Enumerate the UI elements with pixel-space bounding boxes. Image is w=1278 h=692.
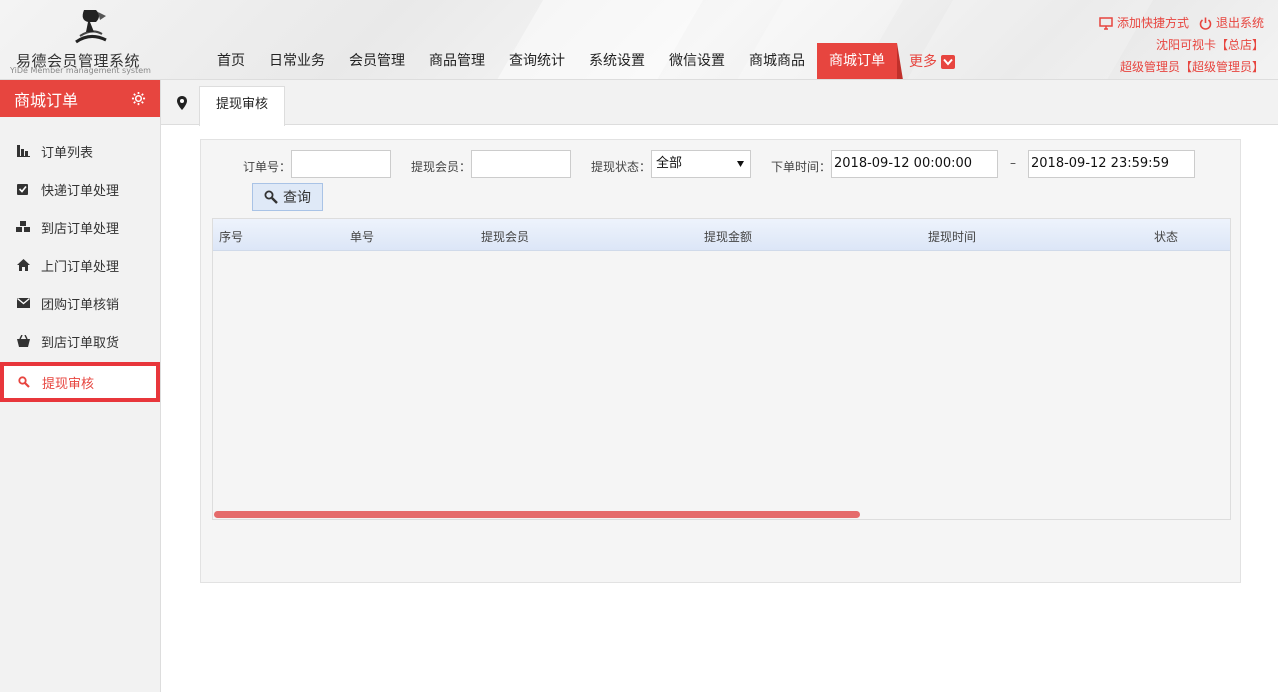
sidebar-item-label: 订单列表 [41, 145, 94, 161]
table-header: 序号 单号 提现会员 提现金额 提现时间 状态 [213, 219, 1230, 251]
sidebar: 商城订单 订单列表 快递订单处理 到店订单处理 上门订单处理 团购订单核销 到店… [0, 80, 161, 692]
start-time-input[interactable]: 2018-09-12 00:00:00 [831, 150, 998, 178]
member-label: 提现会员： [411, 160, 472, 174]
gear-icon[interactable] [131, 91, 146, 106]
time-range-separator: – [1010, 156, 1016, 170]
sidebar-item-label: 上门订单处理 [41, 259, 120, 275]
chevron-down-icon [941, 54, 955, 69]
horizontal-scrollbar[interactable] [214, 511, 860, 518]
current-user: 超级管理员【超级管理员】 [1119, 60, 1264, 74]
nav-mall-orders[interactable]: 商城订单 [817, 43, 903, 79]
basket-icon [16, 334, 30, 348]
sidebar-item-label: 提现审核 [42, 376, 95, 392]
sidebar-item-instore-orders[interactable]: 到店订单处理 [0, 208, 160, 246]
withdraw-table: 序号 单号 提现会员 提现金额 提现时间 状态 [212, 218, 1231, 520]
sidebar-item-label: 团购订单核销 [41, 297, 120, 313]
order-no-input[interactable] [291, 150, 391, 178]
column-header-status[interactable]: 状态 [1154, 228, 1178, 245]
status-select[interactable]: 全部 [651, 150, 751, 178]
status-label: 提现状态： [591, 160, 652, 174]
filter-bar: 订单号： 提现会员： 提现状态： 全部 下单时间： 2018-09-12 00:… [201, 150, 1240, 180]
home-icon [16, 258, 30, 272]
nav-product-management[interactable]: 商品管理 [417, 43, 497, 79]
search-button-label: 查询 [283, 190, 311, 206]
column-header-time[interactable]: 提现时间 [928, 228, 976, 245]
nav-more[interactable]: 更多 [897, 43, 967, 79]
search-icon [17, 375, 31, 389]
nav-member-management[interactable]: 会员管理 [337, 43, 417, 79]
logo-subtitle: YiDe Member management system [10, 66, 151, 75]
sidebar-item-withdraw-review[interactable]: 提现审核 [0, 362, 160, 402]
tab-bar: 提现审核 [161, 80, 1278, 126]
sidebar-item-label: 到店订单取货 [41, 335, 120, 351]
nav-system-settings[interactable]: 系统设置 [577, 43, 657, 79]
add-shortcut-link[interactable]: 添加快捷方式 [1117, 12, 1189, 34]
search-icon [264, 190, 278, 204]
envelope-icon [16, 296, 30, 310]
current-store: 沈阳可视卡【总店】 [1155, 38, 1264, 52]
search-button[interactable]: 查询 [252, 183, 323, 211]
main-nav: 首页 日常业务 会员管理 商品管理 查询统计 系统设置 微信设置 商城商品 商城… [205, 43, 967, 79]
power-icon [1199, 17, 1212, 30]
order-no-label: 订单号： [243, 160, 292, 174]
sidebar-item-label: 到店订单处理 [41, 221, 120, 237]
sidebar-item-express-orders[interactable]: 快递订单处理 [0, 170, 160, 208]
sidebar-header: 商城订单 [0, 80, 160, 117]
column-header-member[interactable]: 提现会员 [481, 228, 529, 245]
logo-mark-icon [75, 10, 107, 44]
sidebar-item-group-buy-verify[interactable]: 团购订单核销 [0, 284, 160, 322]
location-pin-icon [177, 96, 187, 110]
nav-wechat-settings[interactable]: 微信设置 [657, 43, 737, 79]
app-logo[interactable]: 易德会员管理系统 YiDe Member management system [8, 4, 158, 76]
sidebar-item-order-list[interactable]: 订单列表 [0, 132, 160, 170]
top-header: 易德会员管理系统 YiDe Member management system 首… [0, 0, 1278, 80]
status-select-value: 全部 [656, 156, 683, 171]
sidebar-item-instore-pickup[interactable]: 到店订单取货 [0, 322, 160, 360]
sidebar-item-label: 快递订单处理 [41, 183, 120, 199]
monitor-icon [1099, 16, 1113, 30]
nav-query-statistics[interactable]: 查询统计 [497, 43, 577, 79]
main-panel: 订单号： 提现会员： 提现状态： 全部 下单时间： 2018-09-12 00:… [200, 139, 1241, 583]
member-input[interactable] [471, 150, 571, 178]
time-label: 下单时间： [771, 160, 832, 174]
logout-link[interactable]: 退出系统 [1216, 12, 1264, 34]
tab-withdraw-review[interactable]: 提现审核 [199, 86, 285, 126]
nav-mall-products[interactable]: 商城商品 [737, 43, 817, 79]
column-header-order-no[interactable]: 单号 [350, 228, 374, 245]
nav-home[interactable]: 首页 [205, 43, 257, 79]
dropdown-arrow-icon [737, 161, 744, 167]
sidebar-item-home-service-orders[interactable]: 上门订单处理 [0, 246, 160, 284]
column-header-amount[interactable]: 提现金额 [704, 228, 752, 245]
user-panel: 添加快捷方式 退出系统 沈阳可视卡【总店】 超级管理员【超级管理员】 [1099, 12, 1264, 78]
nav-more-label: 更多 [909, 53, 937, 70]
sidebar-title: 商城订单 [14, 90, 79, 110]
bar-chart-icon [16, 144, 30, 158]
column-header-index[interactable]: 序号 [219, 228, 243, 245]
check-square-icon [16, 182, 30, 196]
nav-daily-business[interactable]: 日常业务 [257, 43, 337, 79]
cubes-icon [16, 220, 30, 234]
end-time-input[interactable]: 2018-09-12 23:59:59 [1028, 150, 1195, 178]
